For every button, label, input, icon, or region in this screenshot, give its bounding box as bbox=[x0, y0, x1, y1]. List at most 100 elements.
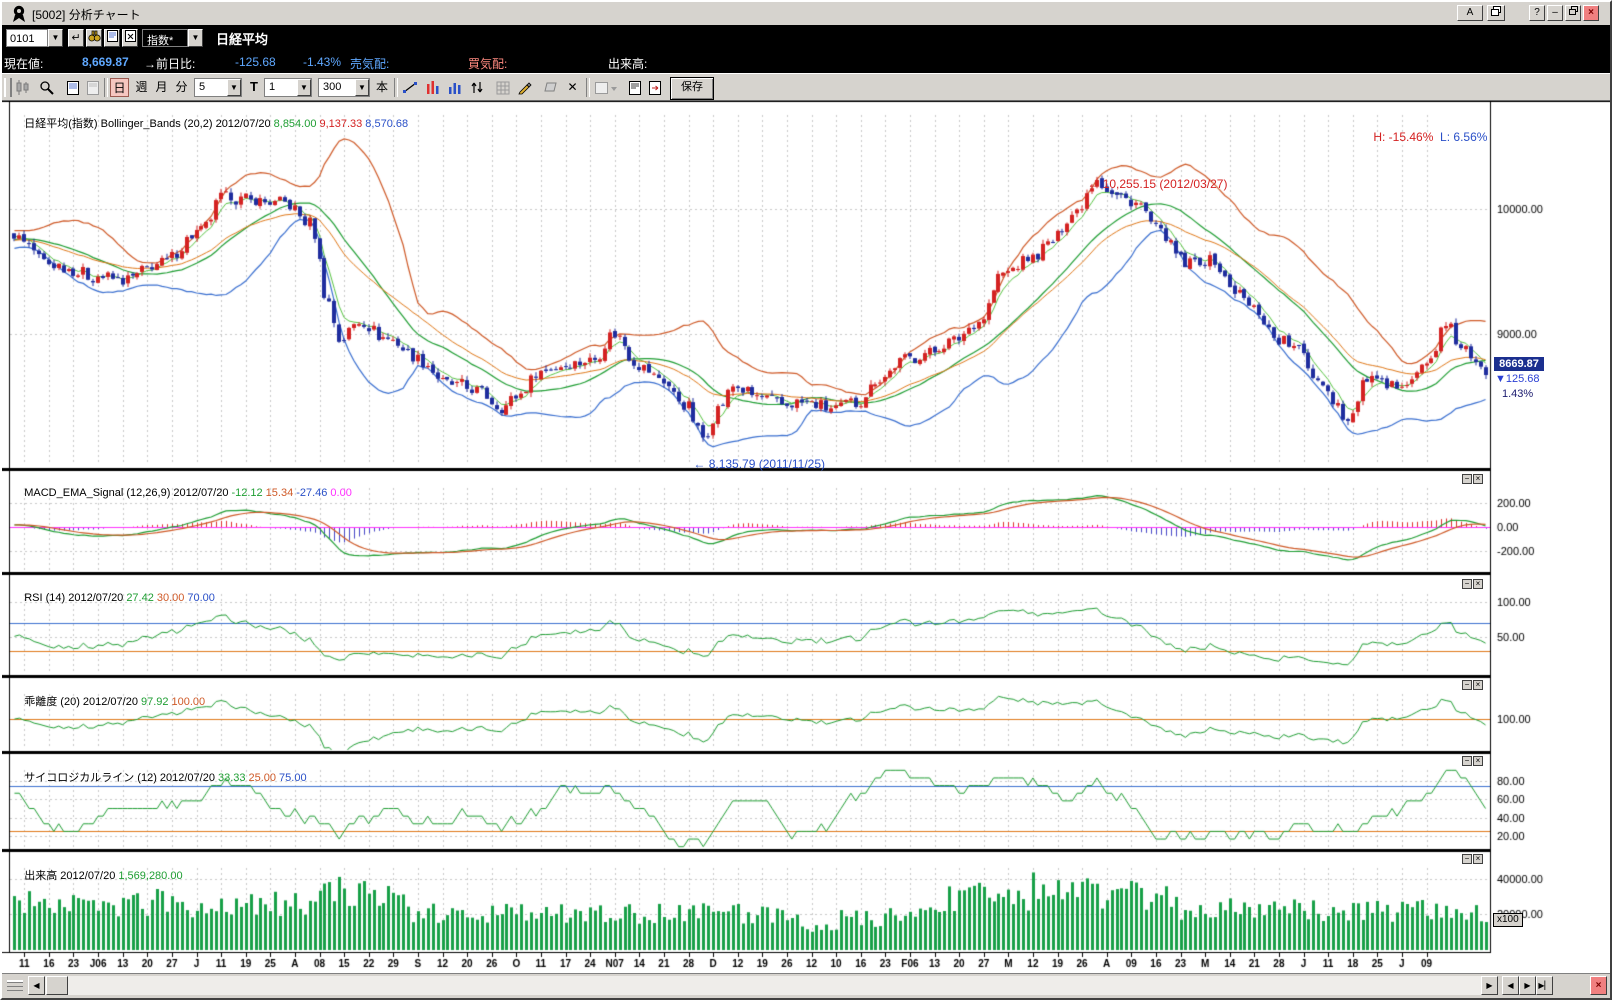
page-prev-button[interactable]: ◀ bbox=[1502, 976, 1519, 995]
histogram-red-blue-icon bbox=[426, 81, 438, 95]
chart-canvas[interactable] bbox=[2, 101, 1610, 973]
clear-note-button[interactable] bbox=[122, 29, 138, 47]
sort-tool-button[interactable] bbox=[466, 77, 487, 98]
psy-upper-value: 75.00 bbox=[279, 772, 307, 784]
histogram-blue-icon bbox=[448, 83, 460, 95]
help-button[interactable]: ? bbox=[1529, 5, 1545, 21]
period-month-button[interactable]: 月 bbox=[152, 78, 171, 97]
histogram-volume-button[interactable] bbox=[444, 77, 465, 98]
page-next-button[interactable]: ▶ bbox=[1519, 976, 1536, 995]
analysis-chart-window: [5002] 分析チャート A ? – × ▼ ↵ bbox=[0, 0, 1612, 1000]
volume-pane-header: 出来高 2012/07/20 1,569,280.00 bbox=[12, 855, 186, 895]
histogram-compare-button[interactable] bbox=[422, 77, 443, 98]
rsi-upper-value: 70.00 bbox=[187, 592, 215, 604]
close-button[interactable]: × bbox=[1583, 5, 1599, 21]
minute-interval-value: 5 bbox=[199, 81, 206, 93]
minute-interval-select[interactable]: 5 ▼ bbox=[194, 78, 242, 97]
psy-pane-header: サイコロジカルライン (12) 2012/07/20 33.33 25.00 75.0… bbox=[12, 757, 310, 797]
grid-tool-button[interactable] bbox=[492, 77, 513, 98]
hscroll-track[interactable] bbox=[28, 976, 1498, 995]
titlebar: [5002] 分析チャート A ? – × bbox=[2, 2, 1610, 26]
duplicate-window-button[interactable] bbox=[1487, 5, 1505, 21]
restore-icon bbox=[1568, 6, 1578, 15]
eraser-tool-button[interactable] bbox=[540, 77, 561, 98]
candlestick-icon bbox=[16, 80, 29, 96]
scrollbar-grip[interactable] bbox=[7, 980, 23, 993]
pane-minimize-button[interactable]: − bbox=[1462, 680, 1472, 690]
minimize-button[interactable]: – bbox=[1547, 5, 1563, 21]
tick-label: T bbox=[250, 79, 258, 94]
bar-count-arrow[interactable]: ▼ bbox=[355, 79, 369, 96]
candlestick-tool-button[interactable] bbox=[12, 77, 33, 98]
memo-button[interactable] bbox=[104, 29, 120, 47]
trendline-tool-button[interactable] bbox=[400, 77, 421, 98]
bottom-scrollbar: ◀ ▶ ◀ ▶ ▶▏ × bbox=[2, 973, 1610, 998]
pane-close-button[interactable]: × bbox=[1473, 579, 1483, 589]
copy-page-button[interactable] bbox=[82, 77, 103, 98]
pane-close-button[interactable]: × bbox=[1473, 680, 1483, 690]
bottom-close-button[interactable]: × bbox=[1590, 976, 1607, 995]
boll-upper-value: 9,137.33 bbox=[319, 118, 363, 130]
scroll-right-button[interactable]: ▶ bbox=[1481, 976, 1498, 995]
search-button[interactable] bbox=[86, 29, 102, 47]
enter-button[interactable]: ↵ bbox=[68, 29, 84, 47]
toolbar-grip[interactable] bbox=[4, 78, 12, 97]
zoom-tool-button[interactable] bbox=[36, 77, 57, 98]
bar-count-select[interactable]: 300 ▼ bbox=[318, 78, 370, 97]
hscroll-thumb[interactable] bbox=[46, 976, 68, 995]
pane-close-button[interactable]: × bbox=[1473, 756, 1483, 766]
trendline-icon bbox=[403, 82, 417, 94]
period-minute-button[interactable]: 分 bbox=[172, 78, 191, 97]
period-week-button[interactable]: 週 bbox=[132, 78, 151, 97]
price-pane-title: 日経平均(指数) Bollinger_Bands (20,2) 2012/07/… bbox=[24, 118, 271, 130]
delete-drawing-button[interactable]: ✕ bbox=[562, 77, 583, 98]
kairi-pane-header: 乖離度 (20) 2012/07/20 97.92 100.00 bbox=[12, 681, 208, 721]
tick-interval-value: 1 bbox=[269, 81, 276, 93]
pane-close-button[interactable]: × bbox=[1473, 474, 1483, 484]
status-bar: 現在値: 8,669.87 →前日比: -125.68 -1.43% 売気配: … bbox=[2, 51, 1610, 75]
index-type-dropdown[interactable]: 指数* bbox=[142, 29, 188, 47]
bars-suffix-label: 本 bbox=[374, 77, 390, 98]
draw-tool-button[interactable] bbox=[514, 77, 535, 98]
macd-pane-header: MACD_EMA_Signal (12,26,9) 2012/07/20 -12.… bbox=[12, 475, 355, 511]
pane-minimize-button[interactable]: − bbox=[1462, 474, 1472, 484]
tick-interval-select[interactable]: 1 ▼ bbox=[264, 78, 312, 97]
magnifier-icon bbox=[40, 81, 54, 96]
layout-dropdown-button[interactable] bbox=[592, 77, 620, 98]
pencil-icon bbox=[518, 82, 532, 95]
load-template-button[interactable] bbox=[644, 77, 665, 98]
pane-close-button[interactable]: × bbox=[1473, 854, 1483, 864]
high-annotation-text: 10,255.15 (2012/03/27) bbox=[1102, 177, 1228, 191]
pane-minimize-button[interactable]: − bbox=[1462, 756, 1472, 766]
macd-signal-value: 15.34 bbox=[265, 487, 294, 499]
macd-pane-title: MACD_EMA_Signal (12,26,9) 2012/07/20 bbox=[24, 487, 229, 499]
maximize-button[interactable] bbox=[1565, 5, 1581, 21]
page-x-icon bbox=[124, 30, 136, 42]
scroll-left-button[interactable]: ◀ bbox=[28, 976, 45, 995]
rsi-pane-buttons: − × bbox=[1462, 579, 1484, 589]
current-price-value: 8,669.87 bbox=[82, 55, 129, 69]
binoculars-icon bbox=[87, 30, 101, 42]
go-latest-button[interactable]: ▶▏ bbox=[1536, 976, 1553, 995]
minute-interval-arrow[interactable]: ▼ bbox=[227, 79, 241, 96]
page-icon bbox=[66, 80, 79, 95]
window-dropdown-icon bbox=[595, 81, 617, 94]
index-type-dropdown-arrow[interactable]: ▼ bbox=[188, 29, 203, 47]
tick-interval-arrow[interactable]: ▼ bbox=[297, 79, 311, 96]
pane-minimize-button[interactable]: − bbox=[1462, 579, 1472, 589]
psy-pane-title: サイコロジカルライン (12) 2012/07/20 bbox=[24, 772, 215, 784]
pane-minimize-button[interactable]: − bbox=[1462, 854, 1472, 864]
kairi-base-value: 100.00 bbox=[171, 696, 206, 708]
save-template-button[interactable] bbox=[624, 77, 645, 98]
font-button[interactable]: A bbox=[1457, 5, 1483, 21]
symbol-code-input[interactable] bbox=[6, 29, 48, 47]
macd-zero-value: 0.00 bbox=[330, 487, 352, 499]
new-page-button[interactable] bbox=[62, 77, 83, 98]
windows-copy-icon bbox=[1491, 6, 1501, 16]
save-button[interactable]: 保存 bbox=[670, 77, 714, 100]
period-day-button[interactable]: 日 bbox=[110, 78, 129, 97]
code-dropdown-button[interactable]: ▼ bbox=[48, 29, 63, 47]
up-down-arrows-icon bbox=[471, 82, 482, 94]
ask-label: 売気配: bbox=[350, 57, 390, 71]
price-pane-header: 日経平均(指数) Bollinger_Bands (20,2) 2012/07/… bbox=[12, 103, 411, 143]
